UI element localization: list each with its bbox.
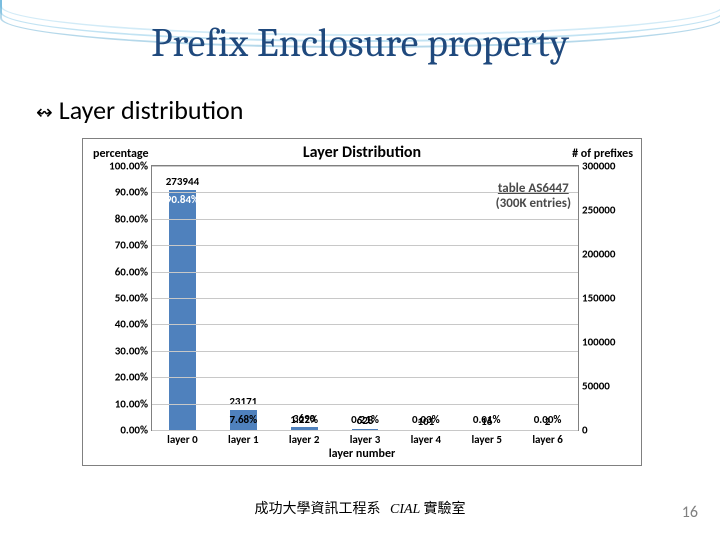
y-left-tick: 100.00%: [109, 160, 148, 173]
y-left-tick: 90.00%: [115, 186, 148, 199]
x-tick-label: layer 6: [517, 433, 578, 446]
y-right-tick: 300000: [582, 160, 615, 173]
bar-pct-label: 0.01%: [456, 413, 517, 426]
y-left-tick: 70.00%: [115, 239, 148, 252]
y-right-tick: 150000: [582, 292, 615, 305]
bullet-layer-distribution: ↭ Layer distribution: [36, 94, 243, 126]
gridline: [152, 166, 578, 167]
footer-org: 成功大學資訊工程系: [254, 500, 380, 517]
gridline: [152, 298, 578, 299]
y-right-tick: 50000: [582, 380, 610, 393]
y-right-tick: 250000: [582, 204, 615, 217]
slide: Prefix Enclosure property ↭ Layer distrib…: [0, 0, 720, 540]
gridline: [152, 324, 578, 325]
bar-pct-label: 90.84%: [152, 193, 213, 206]
y-right-tick: 100000: [582, 336, 615, 349]
footer-lab: CIAL: [390, 502, 420, 517]
bar-pct-label: 0.03%: [395, 413, 456, 426]
gridline: [152, 192, 578, 193]
bar-pct-label: 1.22%: [274, 413, 335, 426]
x-tick-label: layer 4: [395, 433, 456, 446]
y-right-tick: 200000: [582, 248, 615, 261]
y-left-tick: 80.00%: [115, 212, 148, 225]
gridline: [152, 272, 578, 273]
y-left-tick: 60.00%: [115, 265, 148, 278]
chart-layer-distribution: Layer Distribution percentage # of prefi…: [82, 138, 642, 466]
bullet-icon: ↭: [36, 102, 53, 124]
bullet-text: Layer distribution: [59, 94, 244, 126]
bar-count-label: 23171: [213, 395, 274, 408]
x-tick-label: layer 1: [213, 433, 274, 446]
gridline: [152, 404, 578, 405]
chart-title: Layer Distribution: [83, 143, 641, 162]
x-tick-label: layer 0: [152, 433, 213, 446]
x-tick-label: layer 5: [456, 433, 517, 446]
bar-count-label: 273944: [152, 175, 213, 188]
footer: 成功大學資訊工程系 CIAL 實驗室: [0, 498, 720, 518]
bar-pct-label: 0.00%: [517, 413, 578, 426]
y-left-tick: 40.00%: [115, 318, 148, 331]
x-tick-label: layer 3: [335, 433, 396, 446]
plot-area: 27394490.84%layer 0231717.68%layer 13690…: [151, 165, 579, 431]
y-left-tick: 20.00%: [115, 371, 148, 384]
y-left-tick: 30.00%: [115, 344, 148, 357]
x-tick-label: layer 2: [274, 433, 335, 446]
page-number: 16: [682, 503, 698, 522]
bar-pct-label: 7.68%: [213, 413, 274, 426]
y-left-tick: 50.00%: [115, 292, 148, 305]
y-left-tick: 10.00%: [115, 397, 148, 410]
x-axis-title: layer number: [83, 447, 641, 461]
gridline: [152, 377, 578, 378]
gridline: [152, 430, 578, 431]
y-right-tick: 0: [582, 424, 588, 437]
gridline: [152, 351, 578, 352]
bar-pct-label: 0.21%: [335, 413, 396, 426]
bar: [169, 190, 196, 430]
footer-lab2: 實驗室: [424, 500, 466, 517]
y-left-tick: 0.00%: [120, 424, 148, 437]
gridline: [152, 245, 578, 246]
slide-title: Prefix Enclosure property: [0, 20, 720, 66]
gridline: [152, 219, 578, 220]
